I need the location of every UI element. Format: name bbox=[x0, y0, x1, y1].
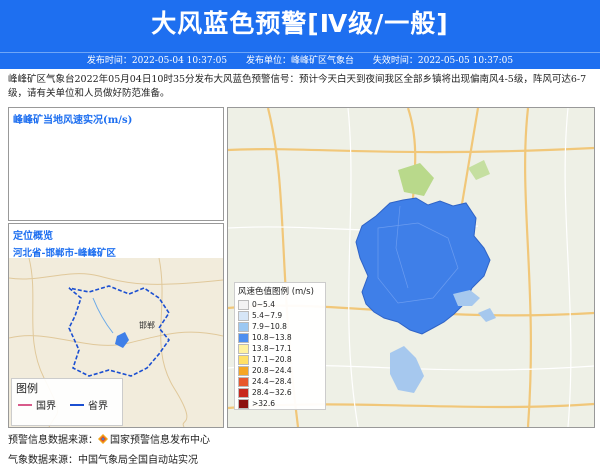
issuer: 发布单位：峰峰矿区气象台 bbox=[245, 56, 354, 66]
legend-item-label: 国界 bbox=[36, 401, 56, 412]
legend-item-national-border: 国界 bbox=[12, 397, 56, 412]
wind-legend-swatch bbox=[238, 343, 249, 354]
overview-legend-title: 图例 bbox=[16, 382, 38, 395]
wind-legend-swatch bbox=[238, 299, 249, 310]
wind-legend-swatch bbox=[238, 365, 249, 376]
wind-legend-label: 10.8~13.8 bbox=[252, 333, 292, 342]
wind-legend-item: 0~5.4 bbox=[235, 299, 325, 310]
legend-item-provincial-border: 省界 bbox=[64, 397, 108, 412]
nmc-logo-icon bbox=[98, 434, 108, 444]
location-overview-panel: 定位概览 河北省-邯郸市-峰峰矿区 邯郸 图例 国界 省界 bbox=[8, 223, 224, 428]
issue-time: 发布时间：2022-05-04 10:37:05 bbox=[86, 56, 228, 66]
legend-item-label: 省界 bbox=[88, 401, 108, 412]
warning-title: 大风蓝色预警[Ⅳ级/一般] bbox=[151, 9, 449, 38]
warning-banner: 大风蓝色预警[Ⅳ级/一般] bbox=[0, 0, 600, 52]
wind-legend-item: 24.4~28.4 bbox=[235, 376, 325, 387]
wind-legend-label: 13.8~17.1 bbox=[252, 344, 292, 353]
weather-source: 气象数据来源：中国气象局全国自动站实况 bbox=[8, 455, 198, 466]
expire-time: 失效时间：2022-05-05 10:37:05 bbox=[372, 56, 514, 66]
provincial-border-swatch bbox=[70, 403, 84, 406]
wind-legend-label: 20.8~24.4 bbox=[252, 366, 292, 375]
warning-description: 峰峰矿区气象台2022年05月04日10时35分发布大风蓝色预警信号：预计今天白… bbox=[8, 74, 587, 99]
wind-legend-label: 5.4~7.9 bbox=[252, 311, 283, 320]
wind-legend-label: 0~5.4 bbox=[252, 300, 275, 309]
wind-legend-item: >32.6 bbox=[235, 398, 325, 409]
overview-city-label: 邯郸 bbox=[139, 320, 155, 330]
wind-legend-item: 7.9~10.8 bbox=[235, 321, 325, 332]
national-border-swatch bbox=[18, 403, 32, 406]
overview-legend: 图例 国界 省界 bbox=[11, 378, 123, 426]
wind-legend-item: 13.8~17.1 bbox=[235, 343, 325, 354]
wind-legend-item: 20.8~24.4 bbox=[235, 365, 325, 376]
wind-legend-title: 风速色值图例 (m/s) bbox=[238, 287, 314, 297]
warning-source-org: 国家预警信息发布中心 bbox=[110, 435, 210, 446]
location-panel-title: 定位概览 bbox=[13, 231, 53, 242]
wind-legend-swatch bbox=[238, 310, 249, 321]
wind-legend-item: 28.4~32.6 bbox=[235, 387, 325, 398]
wind-observation-panel: 峰峰矿当地风速实况(m/s) bbox=[8, 107, 224, 221]
warning-source: 预警信息数据来源： 国家预警信息发布中心 bbox=[8, 431, 210, 446]
warning-source-label: 预警信息数据来源： bbox=[8, 435, 98, 446]
wind-legend-swatch bbox=[238, 398, 249, 409]
wind-legend-swatch bbox=[238, 354, 249, 365]
overview-map[interactable]: 邯郸 图例 国界 省界 bbox=[9, 258, 223, 427]
wind-legend-swatch bbox=[238, 387, 249, 398]
wind-legend-item: 5.4~7.9 bbox=[235, 310, 325, 321]
wind-legend-swatch bbox=[238, 321, 249, 332]
wind-legend-item: 17.1~20.8 bbox=[235, 354, 325, 365]
wind-panel-title: 峰峰矿当地风速实况(m/s) bbox=[13, 115, 133, 126]
wind-legend-label: 28.4~32.6 bbox=[252, 388, 292, 397]
wind-legend-swatch bbox=[238, 332, 249, 343]
warning-meta-bar: 发布时间：2022-05-04 10:37:05 发布单位：峰峰矿区气象台 失效… bbox=[0, 52, 600, 69]
wind-legend-label: 24.4~28.4 bbox=[252, 377, 292, 386]
wind-legend-label: >32.6 bbox=[252, 399, 275, 408]
warning-area-map[interactable]: 风速色值图例 (m/s) 0~5.4 5.4~7.9 7.9~10.8 10.8~13… bbox=[227, 107, 595, 428]
location-path: 河北省-邯郸市-峰峰矿区 bbox=[13, 248, 116, 259]
wind-legend-item: 10.8~13.8 bbox=[235, 332, 325, 343]
wind-legend-swatch bbox=[238, 376, 249, 387]
wind-legend-label: 17.1~20.8 bbox=[252, 355, 292, 364]
wind-legend-label: 7.9~10.8 bbox=[252, 322, 287, 331]
wind-speed-legend: 风速色值图例 (m/s) 0~5.4 5.4~7.9 7.9~10.8 10.8~13… bbox=[234, 282, 326, 410]
